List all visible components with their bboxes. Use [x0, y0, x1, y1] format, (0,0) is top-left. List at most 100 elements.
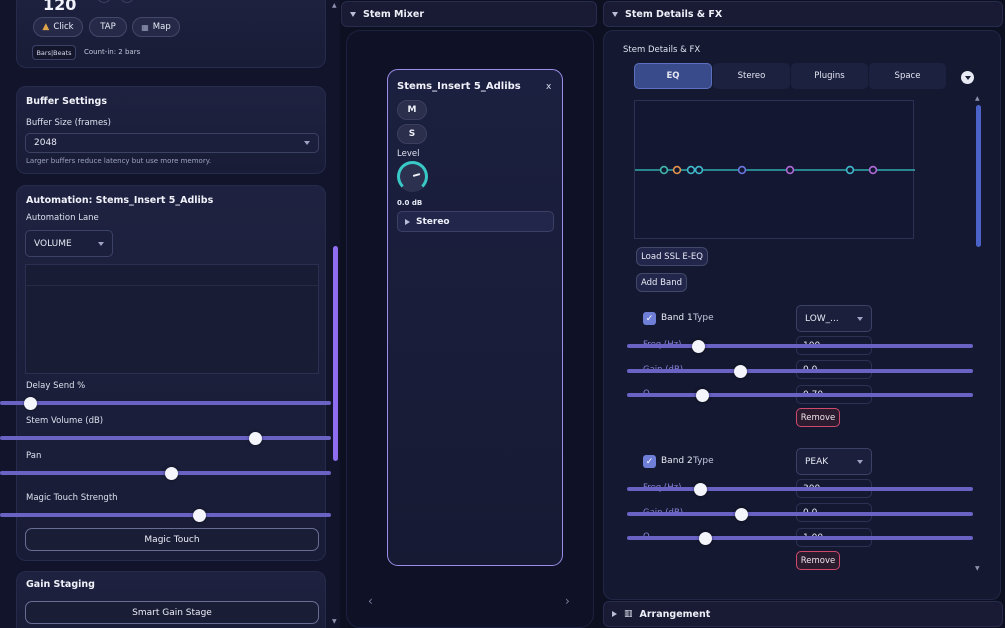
tab-plugins[interactable]: Plugins: [791, 63, 868, 89]
band-2-checkbox[interactable]: ✓: [643, 455, 656, 468]
band-1-type-select[interactable]: LOW_...: [796, 305, 872, 332]
map-button[interactable]: ▦ Map: [132, 17, 180, 37]
eq-band-point[interactable]: [868, 165, 878, 175]
band-2-freq-slider[interactable]: [627, 487, 973, 491]
automation-lane-select[interactable]: VOLUME: [25, 230, 113, 257]
details-scroll-down[interactable]: ▼: [975, 565, 980, 572]
tab-eq[interactable]: EQ: [634, 63, 712, 89]
band-2-freq-thumb[interactable]: [694, 483, 707, 496]
metronome-icon: ▲: [42, 22, 50, 32]
tempo-display: 120: [43, 0, 77, 14]
band-2-type-select[interactable]: PEAK: [796, 448, 872, 475]
click-button[interactable]: ▲ Click: [33, 17, 83, 37]
tap-button[interactable]: TAP: [89, 17, 127, 37]
mixer-scroll-left[interactable]: ‹: [368, 594, 373, 608]
scroll-up-arrow[interactable]: ▲: [332, 2, 337, 9]
channel-strip: Stems_Insert 5_Adlibs x M S Level 0.0 dB…: [387, 69, 563, 566]
load-eq-preset-button[interactable]: Load SSL E-EQ: [636, 247, 708, 266]
band-2-gain-thumb[interactable]: [735, 508, 748, 521]
stereo-expander[interactable]: Stereo: [397, 211, 554, 232]
eq-band-point[interactable]: [672, 165, 682, 175]
details-scroll-up[interactable]: ▲: [975, 95, 980, 102]
chevron-down-icon: [857, 316, 863, 321]
tabs-more-button[interactable]: [961, 71, 974, 84]
tab-space[interactable]: Space: [869, 63, 946, 89]
buffer-note: Larger buffers reduce latency but use mo…: [26, 157, 212, 165]
scroll-down-arrow[interactable]: ▼: [332, 618, 337, 625]
band-1-name: Band 1: [661, 313, 693, 323]
stem-details-header[interactable]: Stem Details & FX: [603, 1, 1003, 27]
details-subtitle: Stem Details & FX: [623, 45, 701, 55]
close-strip-button[interactable]: x: [546, 82, 551, 92]
magic-touch-slider[interactable]: [0, 513, 331, 517]
band-1-type-label: Type: [693, 313, 714, 323]
gain-staging-card: Gain Staging Smart Gain Stage: [16, 571, 326, 628]
band-2-name: Band 2: [661, 456, 693, 466]
band-2-remove-button[interactable]: Remove: [796, 551, 840, 570]
chevron-down-icon: [98, 241, 104, 246]
details-scrollbar-thumb[interactable]: [976, 105, 981, 247]
pan-thumb[interactable]: [165, 467, 178, 480]
band-1-remove-button[interactable]: Remove: [796, 408, 840, 427]
add-band-button[interactable]: Add Band: [636, 273, 687, 292]
band-2-gain-slider[interactable]: [627, 512, 973, 516]
band-2-q-thumb[interactable]: [699, 532, 712, 545]
solo-button[interactable]: S: [397, 124, 427, 144]
eq-content: Load SSL E-EQ Add Band ✓ Band 1 Type LOW…: [626, 95, 978, 575]
band-1-checkbox[interactable]: ✓: [643, 312, 656, 325]
automation-lane-graph[interactable]: [25, 264, 319, 374]
transport-card: 120 ▲ Click TAP ▦ Map Bars|Beats Count-i…: [16, 0, 326, 68]
check-icon: ✓: [645, 456, 654, 467]
magic-touch-button[interactable]: Magic Touch: [25, 528, 319, 551]
tab-stereo[interactable]: Stereo: [713, 63, 790, 89]
level-value: 0.0 dB: [397, 199, 423, 207]
stem-volume-thumb[interactable]: [249, 432, 262, 445]
gain-staging-title: Gain Staging: [26, 579, 95, 590]
eq-band-point[interactable]: [694, 165, 704, 175]
mixer-scroll-right[interactable]: ›: [565, 594, 570, 608]
tempo-down-knob[interactable]: [97, 0, 111, 3]
expand-icon: [405, 218, 410, 225]
band-1-gain-thumb[interactable]: [734, 365, 747, 378]
left-sidebar: 120 ▲ Click TAP ▦ Map Bars|Beats Count-i…: [0, 0, 340, 628]
buffer-settings-card: Buffer Settings Buffer Size (frames) 204…: [16, 86, 326, 174]
eq-band-point[interactable]: [659, 165, 669, 175]
eq-curve-display[interactable]: [634, 100, 915, 239]
level-knob[interactable]: [397, 161, 428, 192]
delay-send-thumb[interactable]: [24, 397, 37, 410]
stem-mixer-header[interactable]: Stem Mixer: [341, 1, 597, 27]
delay-send-slider[interactable]: [0, 401, 331, 405]
stem-volume-slider[interactable]: [0, 436, 331, 440]
eq-band-point[interactable]: [785, 165, 795, 175]
band-2-q-slider[interactable]: [627, 536, 973, 540]
graph-gridline: [26, 285, 318, 286]
automation-title: Automation: Stems_Insert 5_Adlibs: [26, 195, 214, 206]
magic-touch-thumb[interactable]: [193, 509, 206, 522]
arrangement-header[interactable]: ▥ Arrangement: [603, 601, 1003, 627]
mute-button[interactable]: M: [397, 100, 427, 120]
band-1-freq-thumb[interactable]: [692, 340, 705, 353]
eq-band-point[interactable]: [845, 165, 855, 175]
tempo-up-knob[interactable]: [120, 0, 134, 3]
band-2-type-label: Type: [693, 456, 714, 466]
buffer-size-select[interactable]: 2048: [25, 133, 319, 153]
count-in-label: Count-in: 2 bars: [84, 48, 141, 56]
bars-beats-toggle[interactable]: Bars|Beats: [32, 45, 76, 60]
strip-name: Stems_Insert 5_Adlibs: [397, 81, 521, 92]
band-1-q-slider[interactable]: [627, 393, 973, 397]
eq-band-point[interactable]: [686, 165, 696, 175]
band-1-freq-slider[interactable]: [627, 344, 973, 348]
band-card-2: ✓ Band 2 Type PEAK Freq (Hz) Gain (dB) Q…: [626, 443, 966, 575]
smart-gain-stage-button[interactable]: Smart Gain Stage: [25, 601, 319, 624]
expand-icon: [612, 611, 617, 617]
buffer-size-label: Buffer Size (frames): [26, 118, 111, 128]
automation-card: Automation: Stems_Insert 5_Adlibs Automa…: [16, 185, 326, 561]
band-1-q-thumb[interactable]: [696, 389, 709, 402]
band-1-gain-slider[interactable]: [627, 369, 973, 373]
chevron-down-icon: [964, 75, 971, 80]
chevron-down-icon: [857, 459, 863, 464]
collapse-icon: [612, 11, 618, 17]
eq-band-point[interactable]: [737, 165, 747, 175]
left-scrollbar-thumb[interactable]: [333, 246, 338, 461]
band-card-1: ✓ Band 1 Type LOW_... Freq (Hz) Gain (dB…: [626, 300, 966, 435]
